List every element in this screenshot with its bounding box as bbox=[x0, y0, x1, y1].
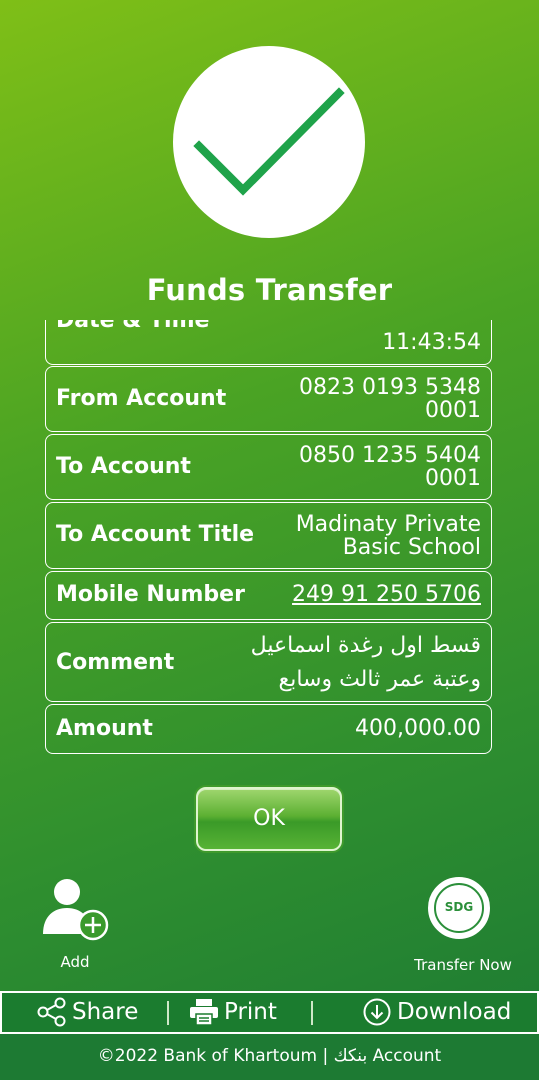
success-check-badge bbox=[173, 46, 365, 238]
detail-row-to-account: To Account 0850 1235 5404 0001 bbox=[45, 434, 492, 500]
detail-value-line2: 0001 bbox=[425, 466, 481, 491]
detail-value: 11:43:54 bbox=[382, 330, 481, 355]
share-icon bbox=[37, 997, 66, 1027]
ok-button[interactable]: OK bbox=[196, 787, 342, 851]
detail-label: Mobile Number bbox=[56, 582, 245, 607]
add-user-icon bbox=[43, 879, 109, 941]
detail-row-mobile-number: Mobile Number 249 91 250 5706 bbox=[45, 571, 492, 620]
detail-row-account-title: To Account Title Madinaty Private Basic … bbox=[45, 502, 492, 569]
detail-value-line2: Basic School bbox=[342, 535, 481, 560]
download-icon bbox=[363, 998, 391, 1026]
detail-label: To Account bbox=[56, 454, 191, 479]
printer-icon bbox=[190, 999, 218, 1026]
action-bar: Share Print Download bbox=[0, 991, 539, 1034]
detail-row-from-account: From Account 0823 0193 5348 0001 bbox=[45, 366, 492, 432]
footer-copyright: ©2022 Bank of Khartoum | بنكك Account bbox=[0, 1034, 539, 1080]
detail-row-comment: Comment قسط اول رغدة اسماعيل وعتبة عمر ث… bbox=[45, 622, 492, 702]
detail-value-line2: وعتبة عمر ثالث وسابع bbox=[278, 667, 481, 692]
add-beneficiary-button[interactable]: Add bbox=[40, 876, 110, 971]
download-label: Download bbox=[397, 999, 512, 1025]
detail-row-amount: Amount 400,000.00 bbox=[45, 704, 492, 754]
transfer-now-button[interactable]: SDG Transfer Now bbox=[406, 877, 520, 975]
add-label: Add bbox=[60, 953, 90, 971]
transfer-details-list[interactable]: Date & Time 11:43:54 From Account 0823 0… bbox=[45, 320, 494, 757]
action-divider bbox=[167, 1001, 169, 1025]
detail-value-line1: Madinaty Private bbox=[295, 512, 481, 537]
detail-label: To Account Title bbox=[56, 522, 255, 547]
detail-value-line2: 0001 bbox=[425, 398, 481, 423]
share-label: Share bbox=[72, 999, 139, 1025]
mobile-number-link[interactable]: 249 91 250 5706 bbox=[292, 583, 481, 606]
detail-label: Amount bbox=[56, 716, 153, 741]
detail-row-date-time: Date & Time 11:43:54 bbox=[45, 320, 492, 365]
page-title: Funds Transfer bbox=[146, 273, 393, 307]
detail-label: Date & Time bbox=[56, 320, 210, 333]
download-button[interactable]: Download bbox=[362, 993, 511, 1031]
sdg-badge-text: SDG bbox=[434, 883, 484, 933]
action-divider bbox=[311, 1001, 313, 1025]
sdg-currency-icon: SDG bbox=[428, 877, 490, 939]
detail-value: 400,000.00 bbox=[355, 716, 481, 741]
transfer-now-label: Transfer Now bbox=[414, 956, 512, 974]
detail-label: Comment bbox=[56, 650, 175, 675]
detail-value-line1: 0850 1235 5404 bbox=[299, 443, 481, 468]
detail-value-line1: قسط اول رغدة اسماعيل bbox=[250, 633, 481, 658]
share-button[interactable]: Share bbox=[36, 993, 138, 1031]
detail-value-line1: 0823 0193 5348 bbox=[299, 375, 481, 400]
print-button[interactable]: Print bbox=[189, 993, 277, 1031]
print-label: Print bbox=[224, 999, 277, 1025]
detail-label: From Account bbox=[56, 386, 227, 411]
checkmark-icon bbox=[193, 87, 345, 196]
